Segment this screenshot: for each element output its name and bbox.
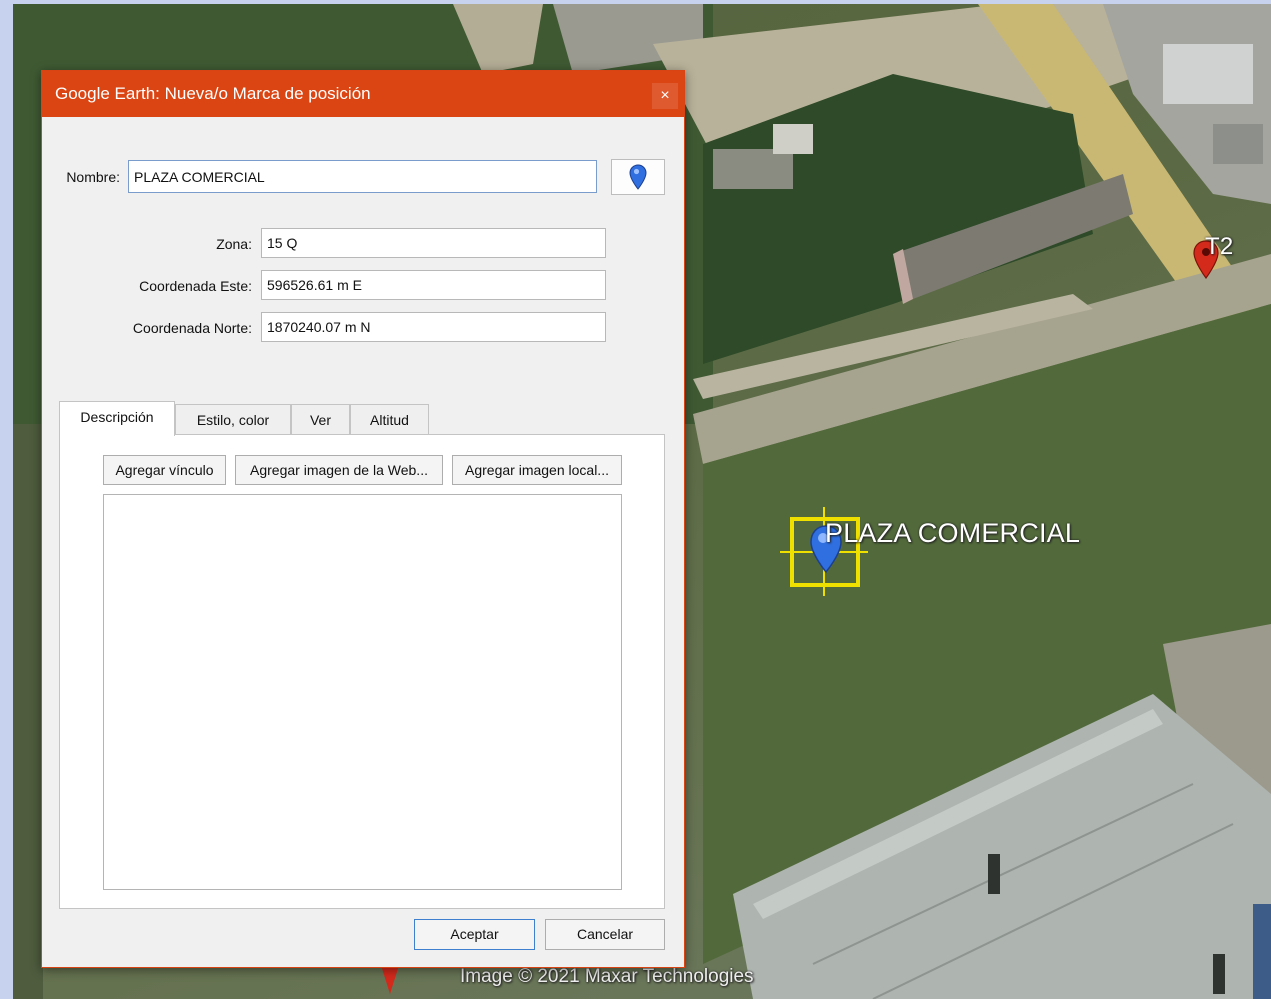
new-placemark-dialog: Google Earth: Nueva/o Marca de posición … bbox=[41, 70, 685, 968]
add-local-image-button[interactable]: Agregar imagen local... bbox=[452, 455, 622, 485]
dialog-titlebar[interactable]: Google Earth: Nueva/o Marca de posición … bbox=[42, 71, 684, 117]
placemark-icon-button[interactable] bbox=[611, 159, 665, 195]
zone-input[interactable] bbox=[261, 228, 606, 258]
name-input[interactable] bbox=[128, 160, 597, 193]
blue-pin-icon bbox=[629, 164, 647, 190]
marker-label-t2[interactable]: T2 bbox=[1205, 233, 1233, 261]
ok-button[interactable]: Aceptar bbox=[414, 919, 535, 950]
east-coordinate-input[interactable] bbox=[261, 270, 606, 300]
description-textarea[interactable] bbox=[103, 494, 622, 890]
zone-label: Zona: bbox=[216, 236, 252, 252]
add-web-image-button[interactable]: Agregar imagen de la Web... bbox=[235, 455, 443, 485]
close-icon: × bbox=[660, 87, 670, 104]
add-link-button[interactable]: Agregar vínculo bbox=[103, 455, 226, 485]
close-button[interactable]: × bbox=[652, 83, 678, 109]
tab-estilo-color[interactable]: Estilo, color bbox=[175, 404, 291, 434]
tab-ver[interactable]: Ver bbox=[291, 404, 350, 434]
placemark-label[interactable]: PLAZA COMERCIAL bbox=[825, 518, 1080, 549]
east-coordinate-label: Coordenada Este: bbox=[139, 278, 252, 294]
north-coordinate-input[interactable] bbox=[261, 312, 606, 342]
tab-altitud[interactable]: Altitud bbox=[350, 404, 429, 434]
cancel-button[interactable]: Cancelar bbox=[545, 919, 665, 950]
tab-descripcion[interactable]: Descripción bbox=[59, 401, 175, 436]
imagery-credit: Image © 2021 Maxar Technologies bbox=[460, 966, 754, 987]
north-coordinate-label: Coordenada Norte: bbox=[132, 320, 252, 336]
dialog-title: Google Earth: Nueva/o Marca de posición bbox=[55, 84, 371, 103]
name-label: Nombre: bbox=[66, 169, 120, 185]
